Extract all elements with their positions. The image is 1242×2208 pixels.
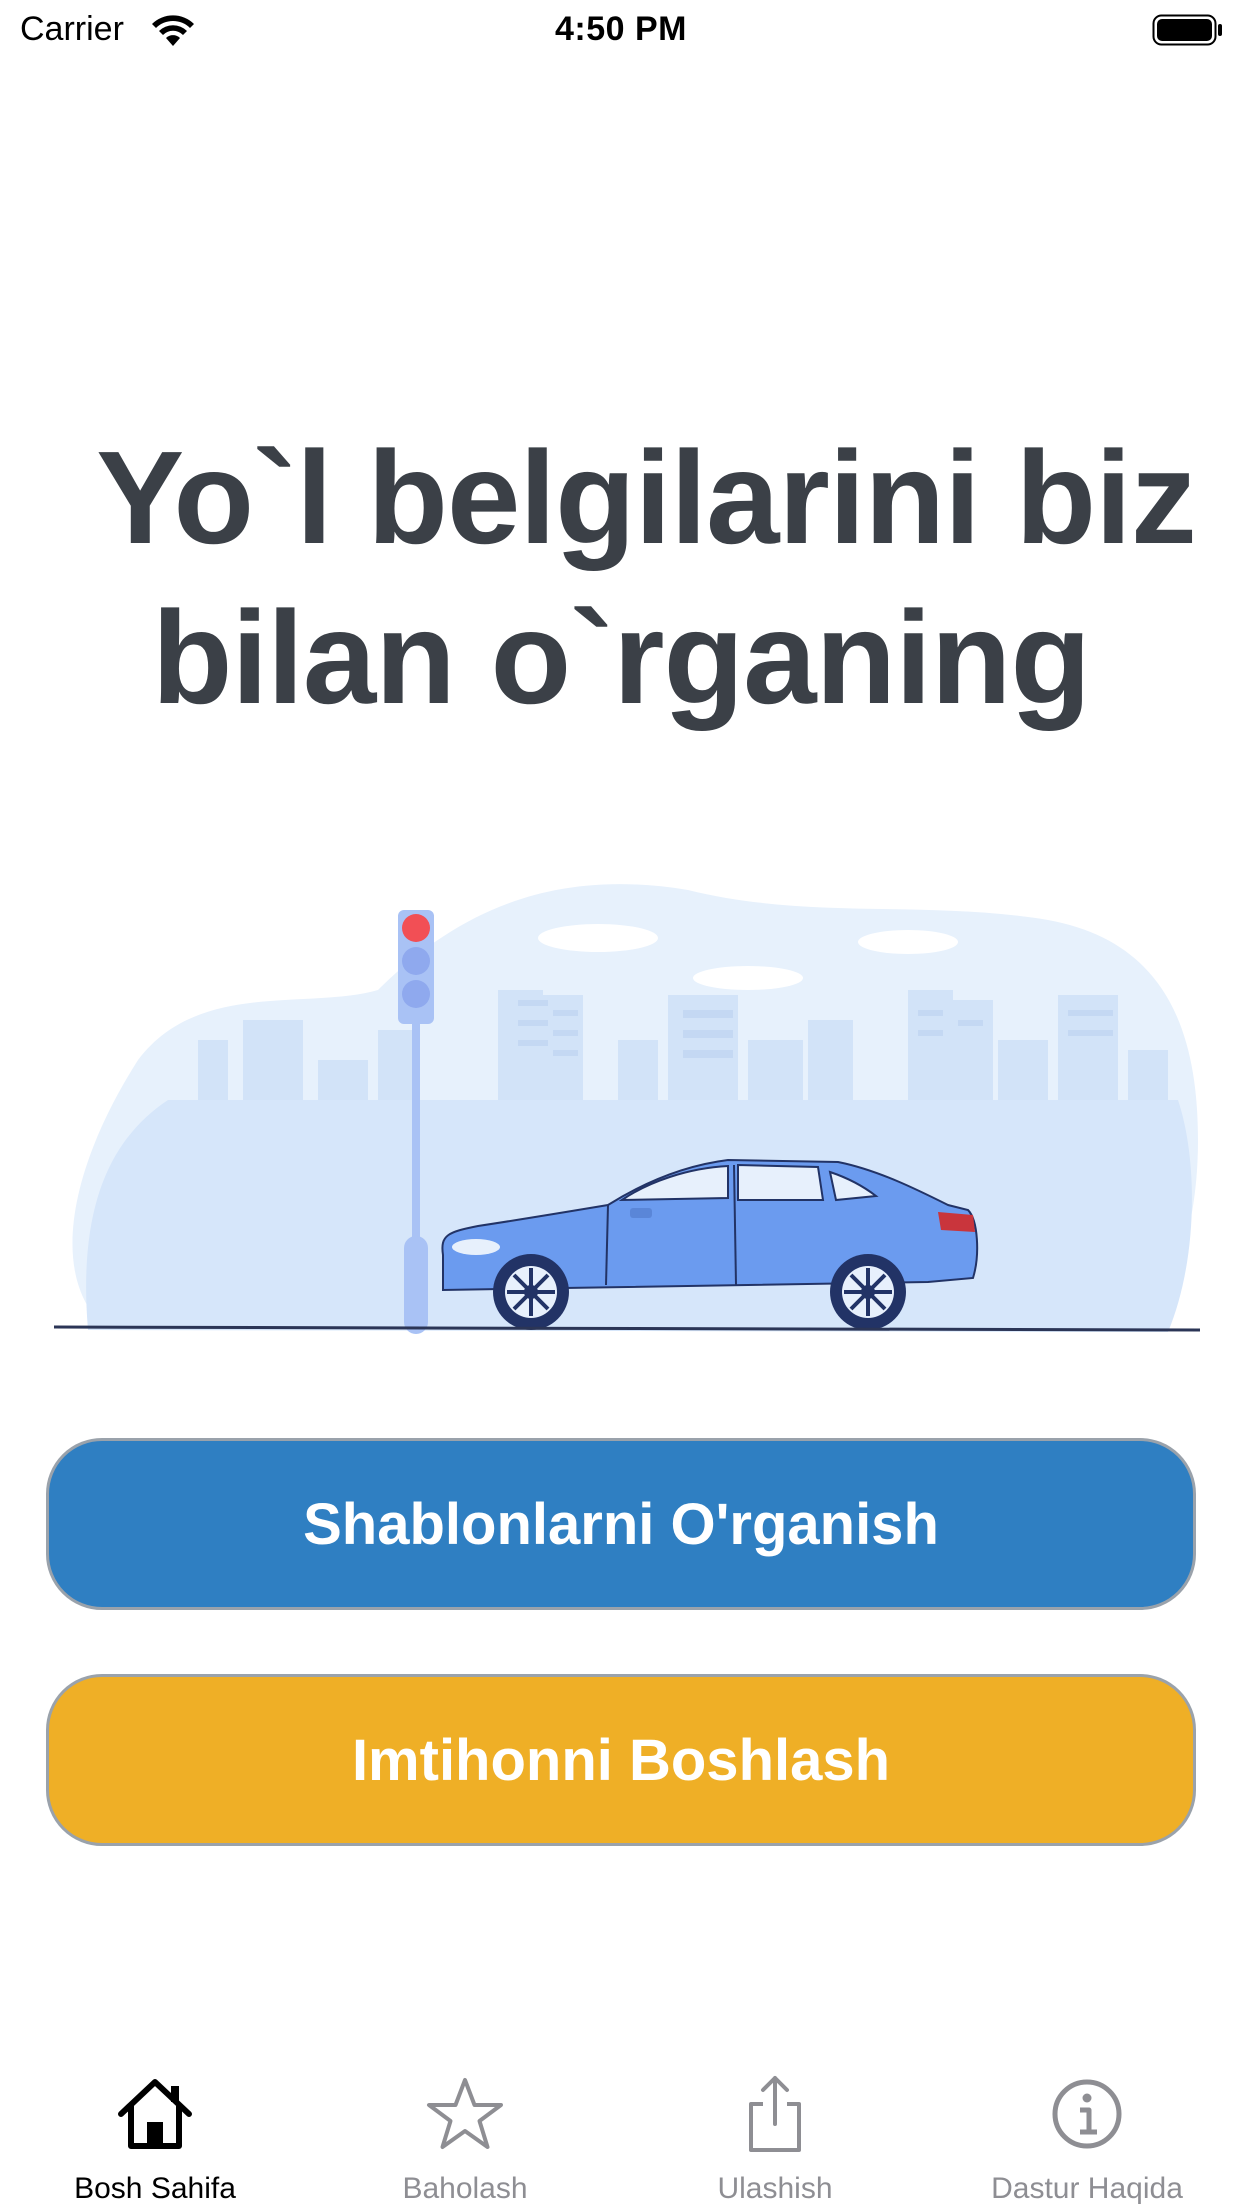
clock-time: 4:50 PM — [555, 10, 687, 48]
title-line-2: bilan o`rganing — [151, 584, 1091, 731]
start-exam-button[interactable]: Imtihonni Boshlash — [46, 1674, 1196, 1846]
learn-templates-label: Shablonlarni O'rganish — [303, 1491, 939, 1557]
start-exam-label: Imtihonni Boshlash — [351, 1727, 891, 1793]
learn-templates-button[interactable]: Shablonlarni O'rganish — [46, 1438, 1196, 1610]
tab-about-label: Dastur Haqida — [991, 2172, 1183, 2205]
battery-icon — [1152, 14, 1222, 46]
page-title: Yo`l belgilarini biz bilan o`rganing — [0, 418, 1242, 738]
tab-rate[interactable]: Baholash — [310, 2060, 620, 2208]
tab-home-label: Bosh Sahifa — [74, 2172, 236, 2205]
house-icon — [118, 2079, 192, 2149]
info-icon — [1052, 2079, 1122, 2149]
tab-bar: Bosh Sahifa Baholash Ulashish Dastur Haq… — [0, 2060, 1242, 2208]
title-line-1: Yo`l belgilarini biz — [96, 424, 1197, 571]
tab-share[interactable]: Ulashish — [620, 2060, 930, 2208]
tab-rate-label: Baholash — [402, 2172, 528, 2205]
tab-share-label: Ulashish — [717, 2172, 833, 2205]
tab-home[interactable]: Bosh Sahifa — [0, 2060, 310, 2208]
car-traffic-light-illustration — [53, 884, 1200, 1334]
share-icon — [749, 2076, 801, 2152]
status-bar: Carrier 4:50 PM — [0, 0, 1242, 60]
star-icon — [427, 2078, 503, 2149]
tab-about[interactable]: Dastur Haqida — [932, 2060, 1242, 2208]
